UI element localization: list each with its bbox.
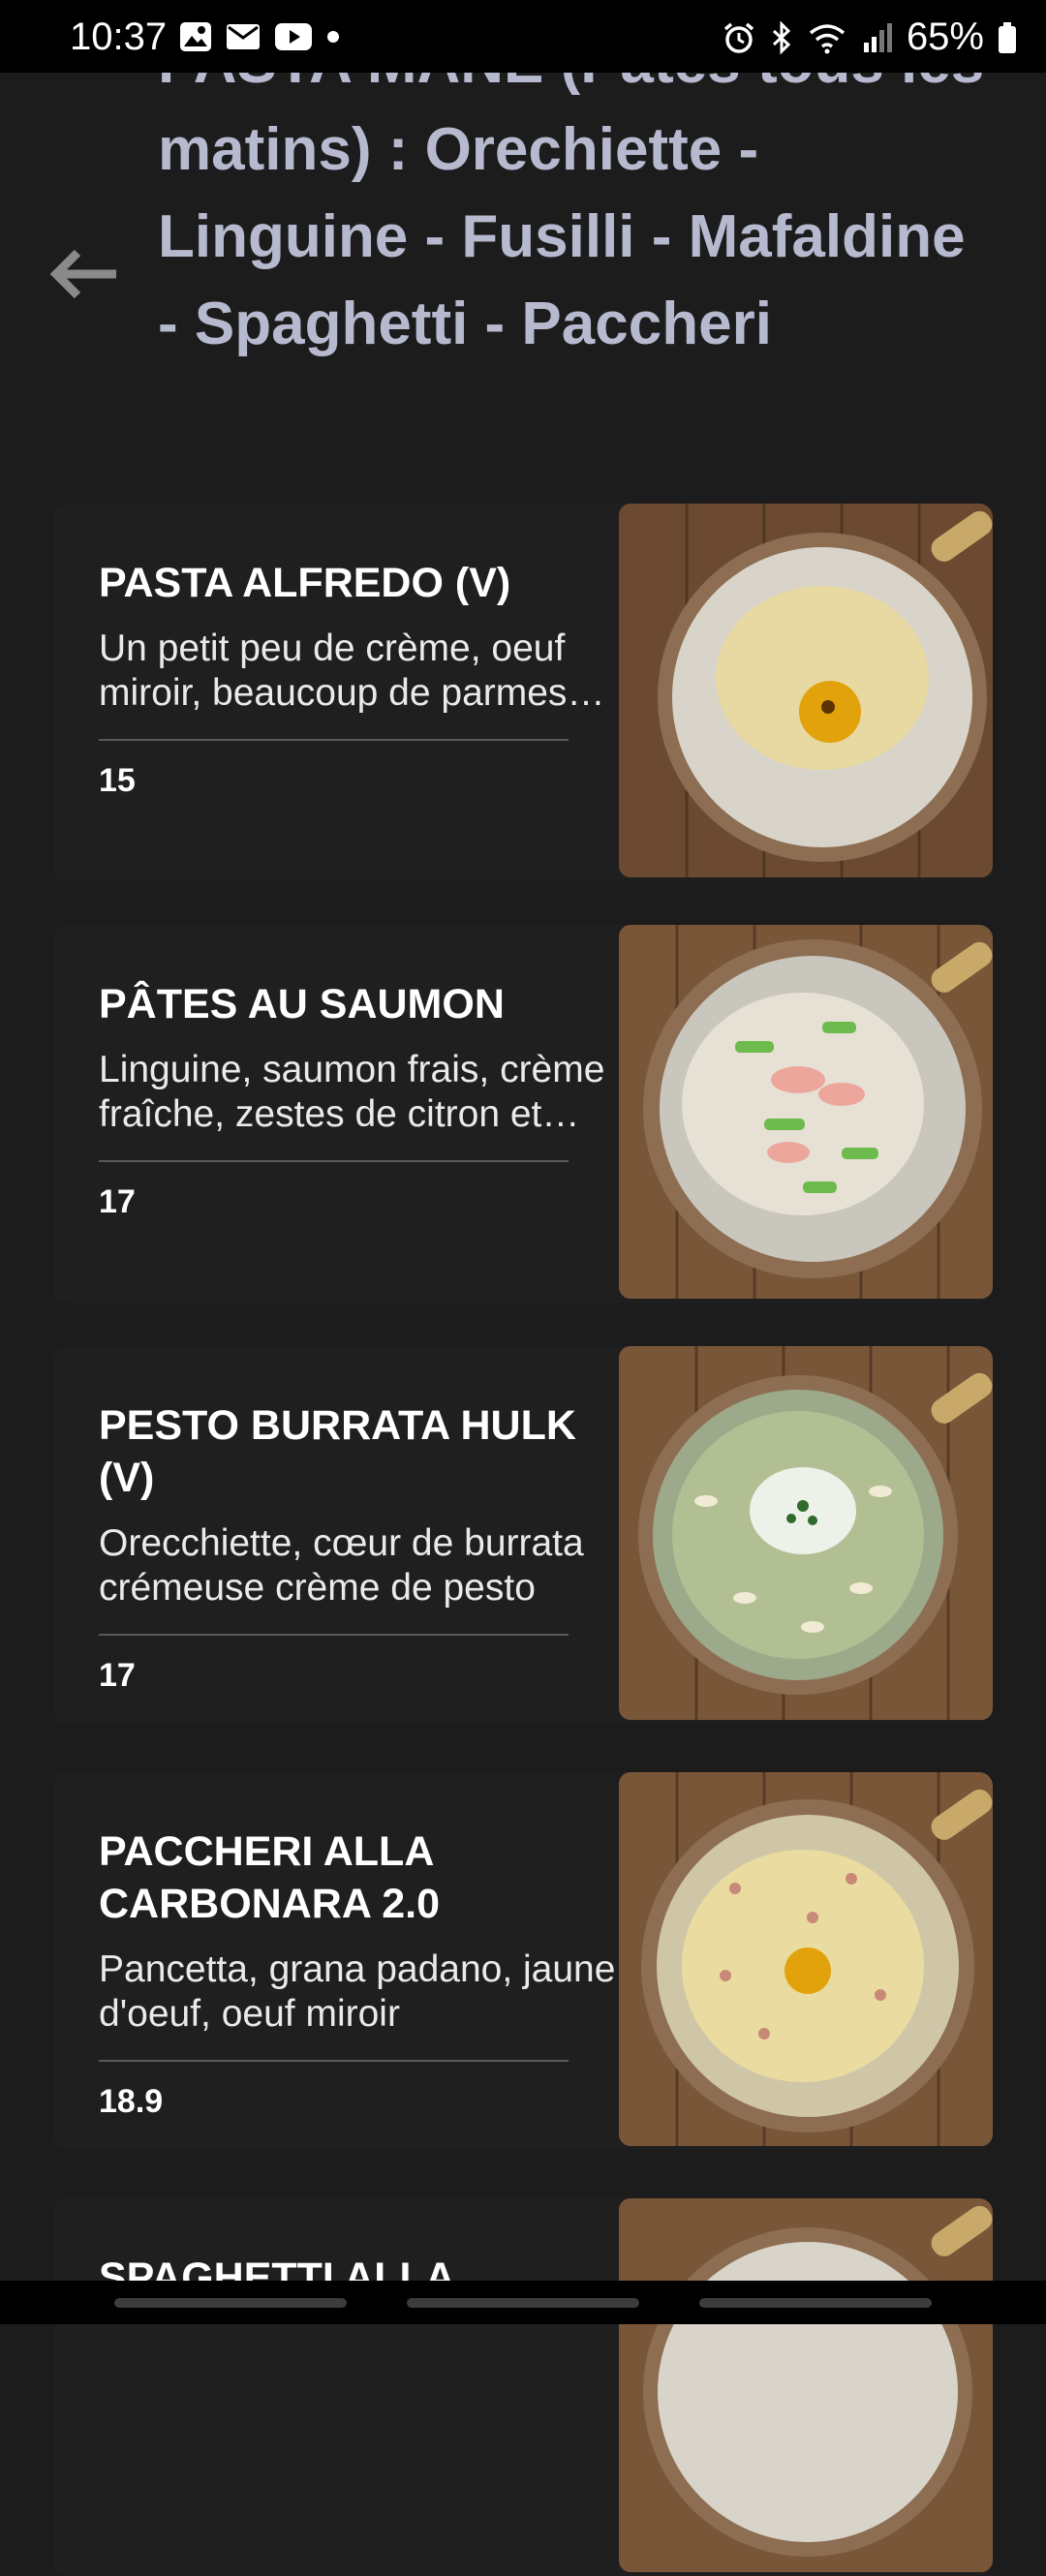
back-arrow-icon[interactable] [48, 247, 118, 301]
navigation-bar [0, 2281, 1046, 2324]
menu-item-photo [619, 1772, 993, 2146]
menu-item-description: Orecchiette, cœur de burrata crémeuse cr… [99, 1522, 584, 1609]
menu-item-title: PASTA ALFREDO (V) [99, 560, 511, 606]
bluetooth-icon [772, 20, 791, 54]
youtube-icon [275, 23, 312, 50]
divider [99, 1160, 569, 1162]
status-time: 10:37 [70, 15, 168, 58]
menu-item-price: 15 [99, 762, 136, 799]
menu-item-photo [619, 1346, 993, 1720]
status-bar: 10:37 65% [0, 0, 1046, 73]
menu-item-card[interactable]: PACCHERI ALLA CARBONARA 2.0 Pancetta, gr… [53, 1772, 993, 2150]
divider [99, 1634, 569, 1636]
divider [99, 2060, 569, 2062]
menu-item-price: 17 [99, 1657, 136, 1694]
wifi-icon [809, 23, 846, 53]
menu-item-photo [619, 925, 993, 1299]
menu-item-card[interactable]: PESTO BURRATA HULK (V) Orecchiette, cœur… [53, 1346, 993, 1724]
menu-item-photo [619, 504, 993, 877]
menu-item-card[interactable]: PASTA ALFREDO (V) Un petit peu de crème,… [53, 504, 993, 881]
menu-item-price: 18.9 [99, 2083, 164, 2120]
recent-apps-button[interactable] [114, 2298, 347, 2308]
menu-item-description: Linguine, saumon frais, crème fraîche, z… [99, 1049, 605, 1135]
menu-item-photo [619, 2198, 993, 2572]
alarm-icon [723, 22, 754, 53]
gallery-icon [180, 22, 211, 51]
signal-icon [863, 22, 892, 52]
menu-item-title: PACCHERI ALLA CARBONARA 2.0 [99, 1828, 440, 1927]
menu-item-title: PÂTES AU SAUMON [99, 981, 505, 1027]
menu-item-description: Un petit peu de crème, oeuf miroir, beau… [99, 628, 609, 714]
back-button[interactable] [699, 2298, 932, 2308]
menu-item-card[interactable]: PÂTES AU SAUMON Linguine, saumon frais, … [53, 925, 993, 1303]
page-header: PASTA MANE (Pâtes tous les matins) : Ore… [0, 48, 1046, 455]
menu-item-title: PESTO BURRATA HULK (V) [99, 1402, 576, 1501]
menu-item-card[interactable]: SPAGHETTI ALLA [53, 2198, 993, 2576]
mail-icon [227, 24, 260, 49]
battery-percent: 65% [906, 15, 984, 58]
dot-icon [327, 31, 339, 43]
home-button[interactable] [407, 2298, 639, 2308]
menu-item-price: 17 [99, 1183, 136, 1220]
page-title: PASTA MANE (Pâtes tous les matins) : Ore… [158, 48, 984, 357]
menu-item-description: Pancetta, grana padano, jaune d'oeuf, oe… [99, 1948, 616, 2035]
battery-icon [999, 21, 1016, 53]
divider [99, 739, 569, 741]
